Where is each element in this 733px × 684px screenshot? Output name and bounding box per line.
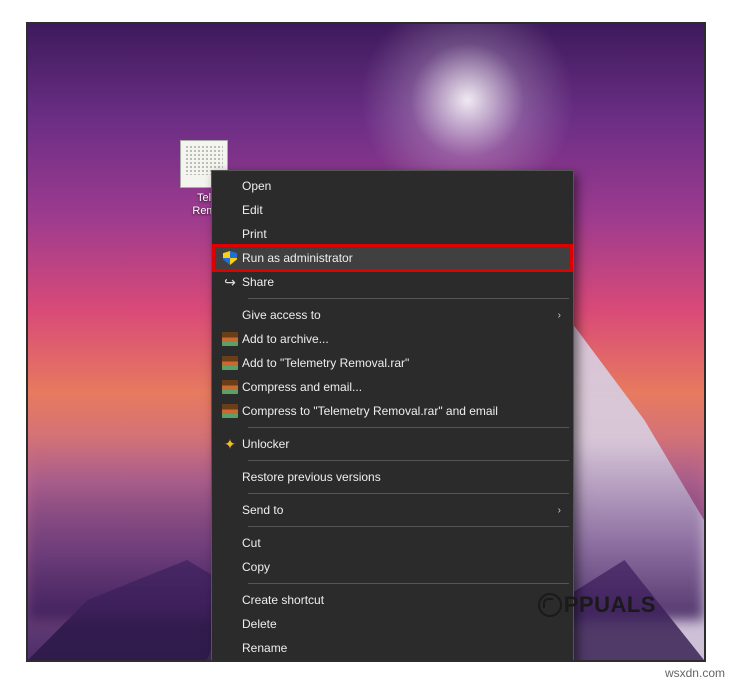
appuals-logo-icon <box>538 593 562 617</box>
menu-label: Add to "Telemetry Removal.rar" <box>242 356 541 370</box>
menu-label: Compress and email... <box>242 380 541 394</box>
menu-share[interactable]: ↪ Share <box>214 270 571 294</box>
menu-unlocker[interactable]: ✦ Unlocker <box>214 432 571 456</box>
menu-label: Send to <box>242 503 541 517</box>
menu-cut[interactable]: Cut <box>214 531 571 555</box>
menu-compress-email[interactable]: Compress and email... <box>214 375 571 399</box>
context-menu: Open Edit Print Run as administrator ↪ S… <box>211 170 574 662</box>
chevron-right-icon: › <box>558 505 561 516</box>
winrar-icon <box>222 332 238 346</box>
menu-add-named-archive[interactable]: Add to "Telemetry Removal.rar" <box>214 351 571 375</box>
menu-rename[interactable]: Rename <box>214 636 571 660</box>
menu-label: Run as administrator <box>242 251 541 265</box>
winrar-icon <box>222 404 238 418</box>
shield-icon <box>223 251 237 265</box>
wand-icon: ✦ <box>224 436 236 453</box>
menu-separator <box>248 427 569 428</box>
menu-label: Edit <box>242 203 541 217</box>
source-url-watermark: wsxdn.com <box>665 666 725 680</box>
menu-separator <box>248 493 569 494</box>
menu-label: Print <box>242 227 541 241</box>
desktop-frame: Tel Rem Open Edit Print Run as administr… <box>26 22 706 662</box>
menu-label: Compress to "Telemetry Removal.rar" and … <box>242 404 541 418</box>
menu-copy[interactable]: Copy <box>214 555 571 579</box>
menu-label: Copy <box>242 560 541 574</box>
menu-delete[interactable]: Delete <box>214 612 571 636</box>
menu-label: Cut <box>242 536 541 550</box>
menu-label: Open <box>242 179 541 193</box>
menu-label: Unlocker <box>242 437 541 451</box>
menu-label: Restore previous versions <box>242 470 541 484</box>
menu-label: Give access to <box>242 308 541 322</box>
menu-print[interactable]: Print <box>214 222 571 246</box>
menu-label: Rename <box>242 641 541 655</box>
winrar-icon <box>222 380 238 394</box>
menu-create-shortcut[interactable]: Create shortcut <box>214 588 571 612</box>
menu-open[interactable]: Open <box>214 174 571 198</box>
menu-restore-versions[interactable]: Restore previous versions <box>214 465 571 489</box>
menu-label: Create shortcut <box>242 593 541 607</box>
appuals-text: PPUALS <box>564 592 656 618</box>
menu-separator <box>248 526 569 527</box>
share-icon: ↪ <box>224 274 236 291</box>
chevron-right-icon: › <box>558 310 561 321</box>
menu-label: Share <box>242 275 541 289</box>
menu-send-to[interactable]: Send to › <box>214 498 571 522</box>
menu-label: Add to archive... <box>242 332 541 346</box>
menu-compress-named-email[interactable]: Compress to "Telemetry Removal.rar" and … <box>214 399 571 423</box>
menu-separator <box>248 583 569 584</box>
menu-edit[interactable]: Edit <box>214 198 571 222</box>
appuals-watermark: PPUALS <box>538 592 656 618</box>
winrar-icon <box>222 356 238 370</box>
menu-give-access[interactable]: Give access to › <box>214 303 571 327</box>
menu-separator <box>248 460 569 461</box>
menu-add-archive[interactable]: Add to archive... <box>214 327 571 351</box>
menu-run-as-admin[interactable]: Run as administrator <box>214 246 571 270</box>
menu-separator <box>248 298 569 299</box>
menu-label: Delete <box>242 617 541 631</box>
